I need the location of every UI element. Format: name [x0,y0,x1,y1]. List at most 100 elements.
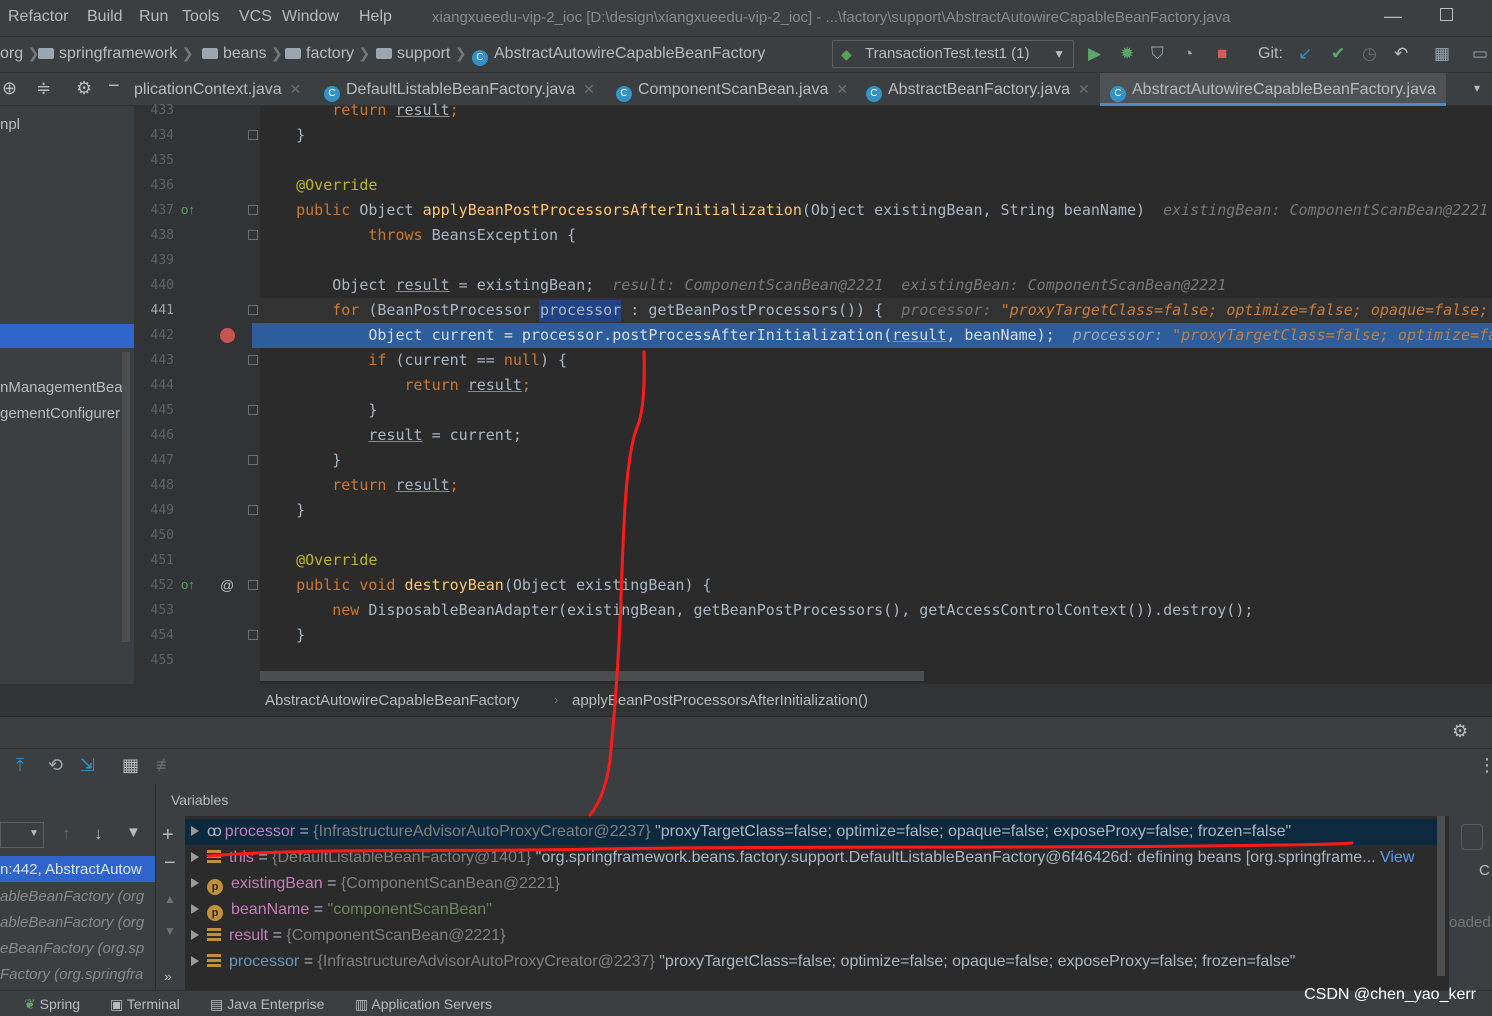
gear-icon[interactable]: ⚙ [76,78,92,99]
git-history-icon[interactable]: ◷ [1362,44,1377,64]
menu-build[interactable]: Build [87,8,123,26]
breadcrumb-org[interactable]: org ❯ [0,45,39,63]
collapse-icon[interactable]: ≑ [36,78,51,99]
menu-tools[interactable]: Tools [182,8,219,26]
editor-horizontal-scrollbar[interactable] [260,671,924,681]
crosshair-icon[interactable]: ⊕ [2,78,17,99]
frame-item[interactable]: ableBeanFactory (org [0,914,144,931]
more-icon[interactable]: ⋮ [1478,755,1492,776]
tab-abstract-autowire-capable-bean-factory[interactable]: C AbstractAutowireCapableBeanFactory.java [1100,73,1446,106]
menu-run[interactable]: Run [139,8,168,26]
tool-spring[interactable]: ❦ Spring [24,996,80,1013]
side-button[interactable] [1461,824,1483,850]
expand-arrow-icon[interactable] [191,904,199,914]
hide-icon[interactable]: − [108,75,120,98]
run-to-cursor-icon[interactable]: ⇲ [80,755,95,776]
tab-component-scan-bean[interactable]: C ComponentScanBean.java ✕ [616,73,848,106]
variables-tree[interactable]: oo processor = {InfrastructureAdvisorAuto… [185,816,1449,990]
arrow-down-icon[interactable]: ↓ [94,824,103,844]
breadcrumb-support[interactable]: support ❯ [376,45,467,63]
variable-row[interactable]: processor = {InfrastructureAdvisorAutoPr… [185,949,1445,975]
run-icon[interactable]: ▶ [1088,44,1101,64]
fold-marker-icon[interactable] [248,580,258,590]
variable-row[interactable]: result = {ComponentScanBean@2221} [185,923,1445,949]
menu-vcs[interactable]: VCS [239,8,272,26]
menu-window[interactable]: Window [282,8,339,26]
fold-marker-icon[interactable] [248,505,258,515]
drop-frame-icon[interactable]: ⟲ [48,755,63,776]
override-marker-icon[interactable]: o↑ [181,202,195,217]
close-icon[interactable]: ✕ [583,81,595,97]
variable-row[interactable]: this = {DefaultListableBeanFactory@1401}… [185,845,1445,871]
arrow-up-icon[interactable]: ↑ [62,824,71,844]
override-marker-icon[interactable]: o↑ [181,577,195,592]
expand-arrow-icon[interactable] [191,956,199,966]
menu-refactor[interactable]: Refactor [8,8,68,26]
expand-arrow-icon[interactable] [191,826,199,836]
breadcrumb-class[interactable]: C AbstractAutowireCapableBeanFactory [472,45,765,66]
fold-marker-icon[interactable] [248,630,258,640]
breadcrumb-method[interactable]: applyBeanPostProcessorsAfterInitializati… [572,692,868,709]
variable-row[interactable]: oo processor = {InfrastructureAdvisorAuto… [185,819,1445,845]
expand-arrow-icon[interactable] [191,930,199,940]
thread-select[interactable]: ▼ [0,822,44,848]
show-execution-point-icon[interactable]: ⤒ [16,755,24,776]
view-link[interactable]: View [1380,849,1414,866]
git-commit-icon[interactable]: ✔ [1331,44,1345,64]
breadcrumb-factory[interactable]: factory ❯ [285,45,370,63]
minimize-icon[interactable]: — [1384,6,1402,27]
add-watch-icon[interactable]: + [162,824,174,847]
breadcrumb-class[interactable]: AbstractAutowireCapableBeanFactory [265,692,519,709]
tool-java-enterprise[interactable]: ▤ Java Enterprise [210,996,324,1013]
expand-arrow-icon[interactable] [191,878,199,888]
fold-marker-icon[interactable] [248,130,258,140]
fold-marker-icon[interactable] [248,455,258,465]
frame-item[interactable]: eBeanFactory (org.sp [0,940,144,957]
variables-scrollbar[interactable] [1437,816,1445,976]
project-structure-icon[interactable]: ▦ [1434,44,1450,64]
git-rollback-icon[interactable]: ↶ [1394,44,1408,64]
fold-marker-icon[interactable] [248,230,258,240]
project-scrollbar[interactable] [122,352,130,642]
restore-icon[interactable] [1440,8,1453,21]
project-item[interactable]: nManagementBean [0,379,131,396]
gear-icon[interactable]: ⚙ [1452,721,1468,742]
variable-row[interactable]: p beanName = "componentScanBean" [185,897,1445,923]
trace-icon[interactable]: ≢ [156,755,174,776]
fold-marker-icon[interactable] [248,405,258,415]
expand-arrow-icon[interactable] [191,852,199,862]
close-icon[interactable]: ✕ [290,81,302,97]
frame-item[interactable]: ableBeanFactory (org [0,888,144,905]
breadcrumb-springframework[interactable]: springframework ❯ [38,45,193,63]
frame-item[interactable]: n:442, AbstractAutow [0,861,142,878]
project-selected-row[interactable] [0,324,134,348]
window-icon[interactable]: ▭ [1472,44,1488,64]
move-up-icon[interactable]: ▲ [164,892,176,906]
code-editor[interactable] [260,106,1492,684]
frame-item[interactable]: Factory (org.springfra [0,966,143,983]
profile-icon[interactable]: ◔ [1183,44,1193,64]
tab-abstract-bean-factory[interactable]: C AbstractBeanFactory.java ✕ [866,73,1090,106]
fold-marker-icon[interactable] [248,355,258,365]
breadcrumb-beans[interactable]: beans ❯ [202,45,283,63]
tool-terminal[interactable]: ▣ Terminal [110,996,180,1013]
filter-icon[interactable]: ▼ [126,824,141,841]
move-down-icon[interactable]: ▼ [164,924,176,938]
git-update-icon[interactable]: ↙ [1298,44,1312,64]
variable-row[interactable]: p existingBean = {ComponentScanBean@2221} [185,871,1445,897]
fold-marker-icon[interactable] [248,205,258,215]
project-item[interactable]: npl [0,116,20,133]
close-icon[interactable]: ✕ [1078,81,1090,97]
expand-more-icon[interactable]: » [164,968,172,984]
menu-help[interactable]: Help [359,8,392,26]
annotation-marker-icon[interactable]: @ [220,577,234,593]
remove-watch-icon[interactable]: − [164,852,176,875]
breakpoint-icon[interactable] [220,328,235,343]
project-item[interactable]: gementConfigurer [0,405,120,422]
tab-list-icon[interactable]: ▾ [1474,81,1480,95]
close-icon[interactable]: ✕ [836,81,848,97]
run-configuration-select[interactable]: ◆ TransactionTest.test1 (1) ▼ [832,40,1074,68]
evaluate-expression-icon[interactable]: ▦ [122,755,139,776]
debug-icon[interactable]: ✹ [1120,44,1134,64]
coverage-icon[interactable]: ⛉ [1151,44,1164,64]
